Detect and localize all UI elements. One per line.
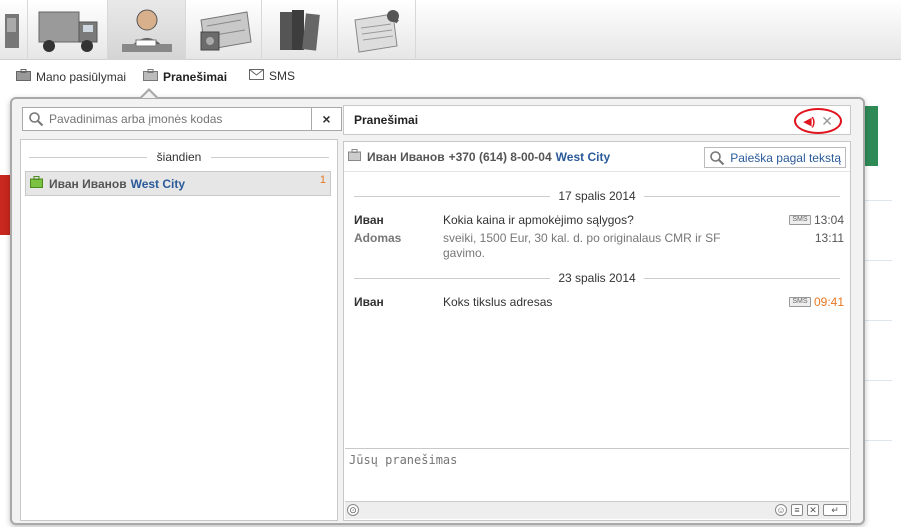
contact-name: Иван Иванов [49,176,127,191]
briefcase-icon [143,69,158,84]
background-divider [862,260,892,261]
date-label: 23 spalis 2014 [558,271,636,285]
envelope-icon [249,69,264,83]
nav-my-offers[interactable]: Mano pasiūlymai [16,69,126,84]
background-divider [862,320,892,321]
chat-contact-company[interactable]: West City [556,150,610,164]
contact-search-input[interactable] [49,109,311,129]
briefcase-icon [16,69,31,84]
message-text: Koks tikslus adresas [443,295,553,309]
top-toolbar [0,0,901,60]
message-time-wrap: SMS 09:41 [788,295,844,309]
contact-item[interactable]: Иван Иванов West City 1 [25,171,331,196]
message-row: Adomas sveiki, 1500 Eur, 30 kal. d. po o… [354,231,844,265]
person-desk-icon[interactable] [108,0,186,60]
date-label: 17 spalis 2014 [558,189,636,203]
popup-pointer-inner [142,91,156,98]
clear-search-button[interactable]: × [311,108,341,130]
nav-messages[interactable]: Pranešimai [143,69,227,84]
contact-search: × [22,107,342,131]
day-label: šiandien [156,150,202,164]
message-input[interactable] [345,449,849,500]
sms-badge: SMS [788,297,811,307]
newspaper-pin-icon[interactable] [338,0,416,60]
chat-contact-name: Иван Иванов [367,149,445,164]
contact-list: šiandien Иван Иванов West City 1 [20,139,338,521]
partial-icon[interactable] [0,0,28,60]
text-search-button[interactable]: Paieška pagal tekstą [704,147,846,168]
text-search-label: Paieška pagal tekstą [730,150,841,165]
speaker-icon[interactable]: ◀) [803,115,815,128]
sub-navigation: Mano pasiūlymai Pranešimai SMS [0,61,901,95]
attach-icon[interactable]: ⊙ [347,504,359,516]
message-sender: Adomas [354,231,402,245]
template-icon[interactable]: ≡ [791,504,803,516]
message-time: 09:41 [813,295,844,309]
close-icon[interactable]: ✕ [821,113,833,130]
smiley-icon[interactable]: ☺ [775,504,787,516]
chat-contact-phone: +370 (614) 8-00-04 [448,149,552,164]
unread-count: 1 [319,174,326,186]
background-divider [862,200,892,201]
chat-contact-info: Иван Иванов +370 (614) 8-00-04 West City… [344,142,850,172]
briefcase-icon [348,149,361,164]
date-separator: 23 spalis 2014 [354,271,841,285]
sms-badge: SMS [788,215,811,225]
truck-icon[interactable] [28,0,108,60]
conversation-header: Pranešimai ◀) ✕ [343,105,851,135]
compose-area [345,448,849,500]
compose-toolbar: ⊙ ☺ ≡ ✕ ↵ [345,501,849,519]
background-divider [862,440,892,441]
books-icon[interactable] [262,0,338,60]
messages-popup: × šiandien Иван Иванов West City 1 Prane… [10,97,865,525]
nav-my-offers-label: Mano pasiūlymai [36,69,127,84]
date-separator: 17 spalis 2014 [354,189,841,203]
message-time: 13:11 [814,231,844,245]
background-divider [862,380,892,381]
sound-toggle-highlight: ◀) ✕ [794,108,842,134]
chat-panel: Иван Иванов +370 (614) 8-00-04 West City… [343,141,851,521]
message-text: Kokia kaina ir apmokėjimo sąlygos? [443,213,634,227]
message-text: sveiki, 1500 Eur, 30 kal. d. po original… [443,231,721,260]
send-icon[interactable]: ↵ [823,504,847,516]
chat-bag-icon [30,176,43,191]
nav-sms-label: SMS [269,69,296,83]
message-sender: Иван [354,295,384,309]
map-calculator-icon[interactable] [186,0,262,60]
day-separator: šiandien [29,150,330,164]
message-time-wrap: SMS 13:04 [788,213,844,227]
background-red-block [0,175,10,235]
search-icon [710,150,725,165]
panel-title: Pranešimai [354,113,419,127]
message-row: Иван Koks tikslus adresas SMS 09:41 [354,295,844,313]
message-row: Иван Kokia kaina ir apmokėjimo sąlygos? … [354,213,844,231]
contact-company: West City [130,176,186,191]
search-icon [23,108,49,130]
message-sender: Иван [354,213,384,227]
message-time: 13:04 [813,213,844,227]
nav-messages-label: Pranešimai [163,69,228,84]
clear-icon[interactable]: ✕ [807,504,819,516]
nav-sms[interactable]: SMS [249,69,295,83]
